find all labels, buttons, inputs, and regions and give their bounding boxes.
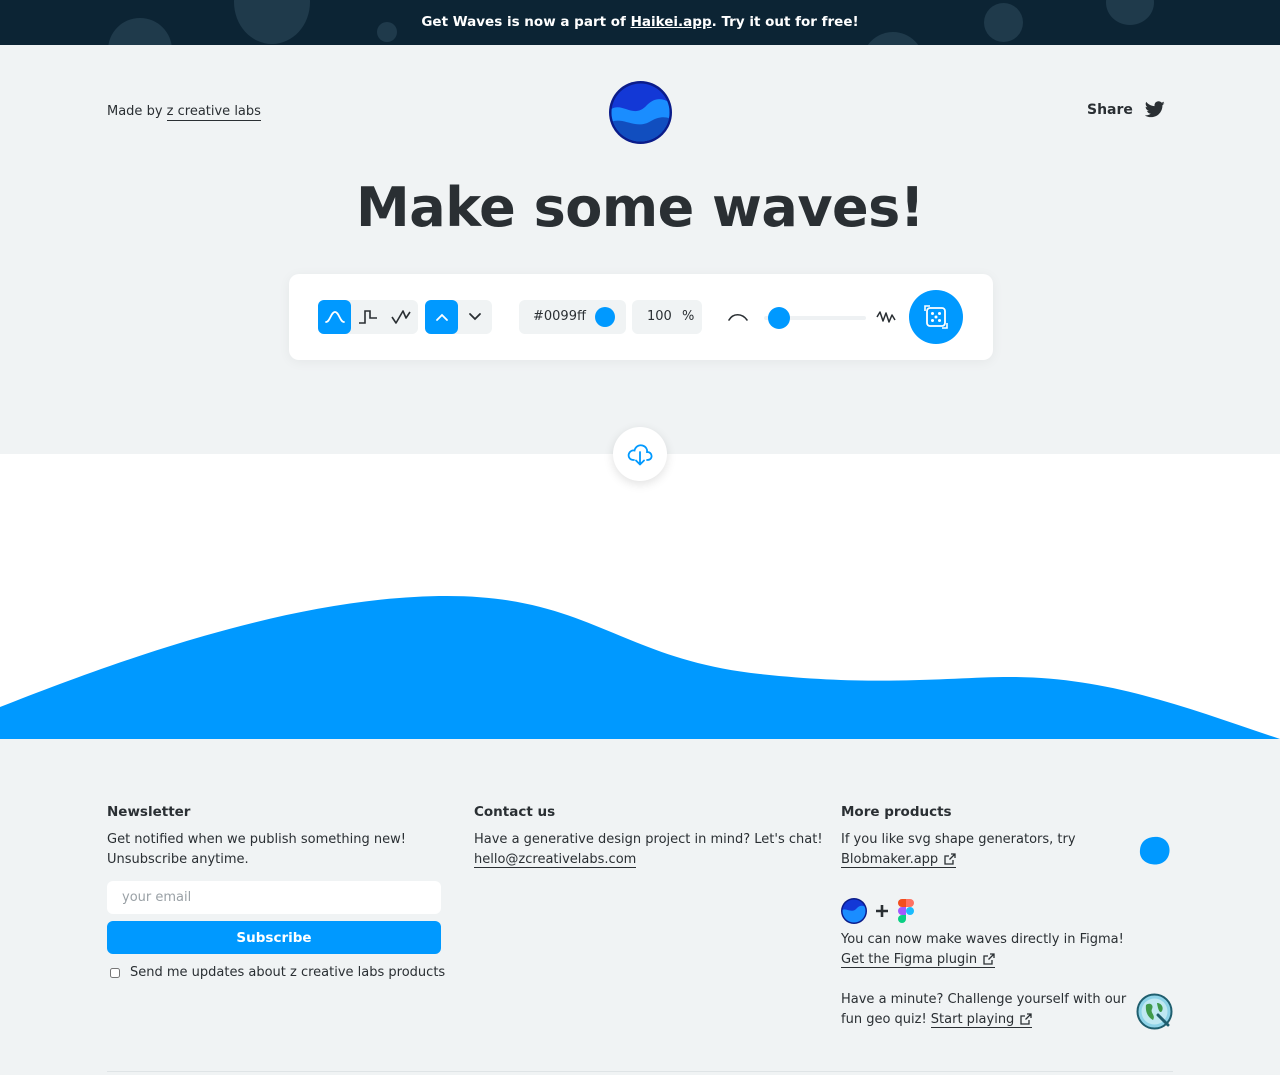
- wave-shape: [0, 596, 1280, 739]
- newsletter-title: Newsletter: [107, 804, 191, 820]
- share-button[interactable]: Share: [1087, 101, 1165, 118]
- randomize-button[interactable]: [909, 290, 963, 344]
- smooth-wave-button[interactable]: [318, 300, 351, 334]
- chevron-up-icon: [435, 313, 448, 321]
- peak-wave-button[interactable]: [384, 300, 417, 334]
- made-by-credit: Made by z creative labs: [107, 104, 261, 121]
- email-input[interactable]: [107, 881, 441, 914]
- opacity-field[interactable]: 100 %: [632, 300, 702, 334]
- blobmaker-text: If you like svg shape generators, try: [841, 832, 1076, 847]
- figma-text: You can now make waves directly in Figma…: [841, 932, 1124, 947]
- opacity-value: 100: [647, 309, 672, 324]
- contact-email-link[interactable]: hello@zcreativelabs.com: [474, 852, 637, 868]
- more-products-section: More products If you like svg shape gene…: [841, 804, 1076, 870]
- twitter-icon: [1144, 101, 1165, 118]
- figma-plugin-section: You can now make waves directly in Figma…: [841, 930, 1124, 970]
- step-wave-icon: [358, 310, 377, 324]
- footer-divider: [107, 1071, 1173, 1072]
- plus-icon: [876, 905, 888, 917]
- direction-group: [425, 300, 492, 334]
- peak-wave-icon: [390, 310, 411, 324]
- color-swatch[interactable]: [595, 307, 615, 327]
- contact-title: Contact us: [474, 804, 556, 820]
- geo-quiz-section: Have a minute? Challenge yourself with o…: [841, 990, 1126, 1030]
- external-link-icon: [1020, 1013, 1032, 1025]
- share-label: Share: [1087, 101, 1133, 118]
- low-complexity-icon: [728, 313, 748, 321]
- start-playing-link[interactable]: Start playing: [930, 1012, 1033, 1028]
- wave-type-group: [318, 300, 418, 334]
- more-products-title: More products: [841, 804, 952, 820]
- consent-checkbox-row[interactable]: Send me updates about z creative labs pr…: [110, 965, 445, 980]
- newsletter-section: Newsletter Get notified when we publish …: [107, 804, 406, 870]
- consent-checkbox[interactable]: [110, 967, 120, 978]
- z-creative-labs-link[interactable]: z creative labs: [166, 104, 261, 121]
- figma-plugin-link[interactable]: Get the Figma plugin: [841, 952, 996, 968]
- waves-small-logo-icon: [841, 898, 867, 924]
- subscribe-button[interactable]: Subscribe: [107, 921, 441, 954]
- color-hex-value: #0099ff: [533, 309, 586, 324]
- cloud-download-icon: [627, 444, 653, 466]
- consent-label: Send me updates about z creative labs pr…: [130, 965, 446, 980]
- chevron-down-icon: [468, 313, 481, 321]
- page-title: Make some waves!: [356, 176, 924, 239]
- waves-logo-icon[interactable]: [609, 81, 672, 144]
- banner-text: Get Waves is now a part of Haikei.app. T…: [421, 14, 859, 30]
- quiz-text-1: Have a minute? Challenge yourself with o…: [841, 992, 1127, 1007]
- color-picker[interactable]: #0099ff: [519, 300, 626, 334]
- dice-icon: [924, 305, 948, 329]
- external-link-icon: [983, 953, 995, 965]
- complexity-slider-thumb[interactable]: [768, 307, 791, 329]
- blobmaker-link[interactable]: Blobmaker.app: [841, 852, 957, 868]
- blobmaker-blob-icon: [1139, 836, 1170, 865]
- opacity-unit: %: [682, 309, 695, 324]
- figma-plugin-logos: [841, 898, 915, 924]
- contact-section: Contact us Have a generative design proj…: [474, 804, 823, 870]
- download-button[interactable]: [613, 427, 667, 481]
- haikei-link[interactable]: Haikei.app: [631, 14, 712, 30]
- newsletter-text-1: Get notified when we publish something n…: [107, 832, 406, 847]
- figma-icon: [898, 899, 914, 923]
- step-wave-button[interactable]: [351, 300, 384, 334]
- smooth-wave-icon: [324, 311, 345, 323]
- geo-quiz-globe-icon: [1136, 993, 1173, 1030]
- direction-down-button[interactable]: [458, 300, 491, 334]
- external-link-icon: [944, 853, 956, 865]
- direction-up-button[interactable]: [425, 300, 458, 334]
- newsletter-text-2: Unsubscribe anytime.: [107, 852, 249, 867]
- announcement-banner: Get Waves is now a part of Haikei.app. T…: [0, 0, 1280, 45]
- contact-text: Have a generative design project in mind…: [474, 832, 823, 847]
- wave-controls-toolbar: #0099ff 100 %: [289, 274, 993, 360]
- quiz-text-2: fun geo quiz!: [841, 1012, 931, 1027]
- high-complexity-icon: [876, 311, 896, 323]
